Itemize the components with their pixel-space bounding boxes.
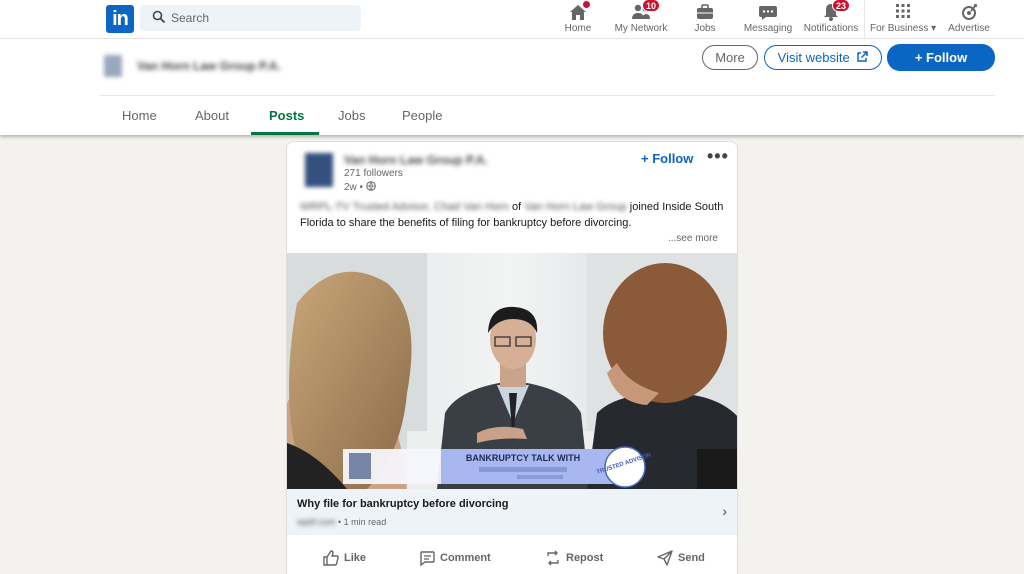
nav-jobs-label: Jobs (694, 23, 716, 34)
tabs-divider (100, 95, 995, 96)
nav-home-label: Home (564, 23, 592, 34)
link-preview[interactable]: Why file for bankruptcy before divorcing… (287, 489, 737, 535)
grid-icon (896, 4, 910, 18)
linkedin-logo-icon[interactable]: in (106, 5, 134, 33)
post-menu-icon[interactable]: ••• (707, 146, 729, 167)
more-button[interactable]: More (702, 45, 758, 70)
comment-icon (420, 551, 435, 567)
post-time-text: 2w • (344, 182, 364, 193)
visit-website-label: Visit website (777, 50, 850, 65)
comment-label: Comment (440, 551, 491, 564)
nav-my-network-label: My Network (614, 23, 668, 34)
nav-notifications-label: Notifications (803, 23, 859, 34)
like-button[interactable]: Like (322, 549, 366, 567)
post-text: WRPL-TV Trusted Advisor, Chad Van Horn o… (300, 199, 728, 231)
search-icon (152, 10, 166, 24)
nav-my-network[interactable]: 10 My Network (612, 0, 670, 39)
visit-website-button[interactable]: Visit website (764, 45, 882, 70)
nav-advertise[interactable]: Advertise (946, 0, 992, 39)
network-badge: 10 (642, 0, 661, 12)
post-author-logo[interactable] (305, 153, 333, 187)
repost-button[interactable]: Repost (544, 549, 603, 567)
nav-for-business-label: For Business ▾ (870, 23, 936, 34)
company-logo[interactable] (104, 55, 122, 77)
send-button[interactable]: Send (656, 549, 705, 567)
repost-icon (547, 550, 559, 566)
tab-posts[interactable]: Posts (269, 108, 304, 123)
active-tab-indicator (251, 132, 319, 135)
post-time: 2w • (344, 181, 376, 193)
image-banner-text: BANKRUPTCY TALK WITH (466, 453, 580, 463)
tab-home[interactable]: Home (122, 108, 157, 123)
tab-jobs[interactable]: Jobs (338, 108, 365, 123)
notifications-badge: 23 (832, 0, 851, 12)
chevron-right-icon: › (722, 503, 727, 519)
briefcase-icon (697, 4, 713, 19)
post-text-of: of (508, 201, 525, 213)
globe-icon (366, 181, 376, 191)
nav-home[interactable]: Home (558, 0, 598, 39)
link-meta: wpbf.com • 1 min read (297, 517, 387, 527)
link-read-time: 1 min read (343, 517, 387, 527)
post-text-blurred-a: WRPL-TV Trusted Advisor, Chad Van Horn (300, 201, 509, 213)
top-navigation: in Home 10 My Network Jobs Messaging 23 … (0, 0, 1024, 39)
post-followers: 271 followers (344, 168, 403, 179)
company-header: Van Horn Law Group P.A. More Visit websi… (0, 39, 1024, 135)
follow-company-button[interactable]: + Follow (887, 44, 995, 71)
nav-notifications[interactable]: 23 Notifications (802, 0, 860, 39)
nav-for-business[interactable]: For Business ▾ (870, 0, 936, 39)
post-image[interactable]: BANKRUPTCY TALK WITH TRUSTED ADVISOR (287, 253, 737, 489)
tab-people[interactable]: People (402, 108, 442, 123)
repost-label: Repost (566, 551, 604, 564)
search-input[interactable] (171, 5, 356, 31)
home-notification-dot (582, 0, 591, 9)
thumbs-up-icon (323, 550, 339, 566)
comment-button[interactable]: Comment (418, 549, 491, 567)
nav-messaging[interactable]: Messaging (742, 0, 794, 39)
post-author-name[interactable]: Van Horn Law Group P.A. (344, 153, 488, 167)
advertise-icon (962, 4, 977, 20)
meeting-photo: BANKRUPTCY TALK WITH TRUSTED ADVISOR (287, 253, 737, 489)
post-text-blurred-b: Van Horn Law Group (524, 201, 627, 213)
link-title: Why file for bankruptcy before divorcing (297, 498, 509, 510)
company-name[interactable]: Van Horn Law Group P.A. (137, 59, 281, 73)
like-label: Like (344, 551, 367, 564)
message-icon (759, 6, 777, 20)
external-link-icon (857, 51, 869, 62)
for-business-text: For Business (870, 23, 929, 34)
search-box[interactable] (140, 5, 361, 31)
see-more-link[interactable]: ...see more (668, 233, 718, 244)
send-label: Send (678, 551, 705, 564)
tab-about[interactable]: About (195, 108, 229, 123)
send-icon (657, 550, 673, 566)
link-source: wpbf.com (297, 517, 336, 527)
caret-down-icon: ▾ (931, 23, 937, 34)
nav-jobs[interactable]: Jobs (688, 0, 722, 39)
nav-advertise-label: Advertise (948, 23, 990, 34)
nav-messaging-label: Messaging (743, 23, 793, 34)
nav-divider (864, 0, 865, 39)
post-follow-button[interactable]: + Follow (641, 151, 693, 166)
post-actions: Like Comment Repost Send (287, 542, 737, 574)
post-card: Van Horn Law Group P.A. 271 followers 2w… (286, 141, 738, 574)
